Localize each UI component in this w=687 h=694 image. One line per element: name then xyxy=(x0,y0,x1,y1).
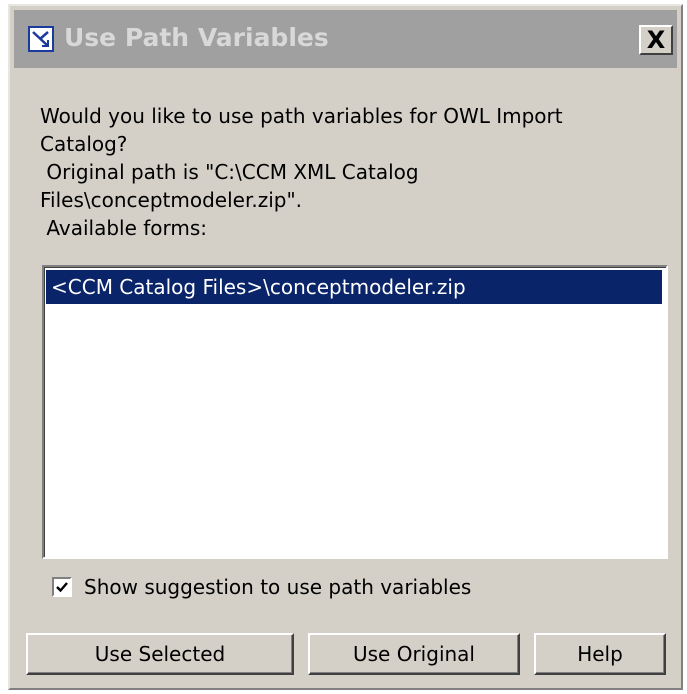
message-line: Files\conceptmodeler.zip". xyxy=(40,188,303,212)
titlebar[interactable]: Use Path Variables X xyxy=(14,10,677,68)
show-suggestion-row[interactable]: Show suggestion to use path variables xyxy=(52,574,471,600)
checkmark-icon xyxy=(56,582,68,593)
message-line: Would you like to use path variables for… xyxy=(40,104,563,128)
available-forms-list[interactable]: <CCM Catalog Files>\conceptmodeler.zip xyxy=(42,265,668,559)
list-item-selected[interactable]: <CCM Catalog Files>\conceptmodeler.zip xyxy=(46,270,662,304)
help-button[interactable]: Help xyxy=(534,633,666,675)
message-line: Catalog? xyxy=(40,132,128,156)
close-icon: X xyxy=(646,26,666,54)
use-original-button[interactable]: Use Original xyxy=(308,633,520,675)
use-path-variables-dialog: Use Path Variables X Would you like to u… xyxy=(8,4,683,690)
available-forms-label: Available forms: xyxy=(40,216,208,240)
show-suggestion-checkbox[interactable] xyxy=(52,577,72,597)
dialog-title: Use Path Variables xyxy=(64,23,329,52)
message-line: Original path is "C:\CCM XML Catalog xyxy=(40,160,419,184)
close-button[interactable]: X xyxy=(639,25,673,55)
use-selected-button[interactable]: Use Selected xyxy=(26,633,294,675)
show-suggestion-label[interactable]: Show suggestion to use path variables xyxy=(84,575,471,599)
app-icon xyxy=(28,26,54,52)
message-text: Would you like to use path variables for… xyxy=(40,102,660,242)
